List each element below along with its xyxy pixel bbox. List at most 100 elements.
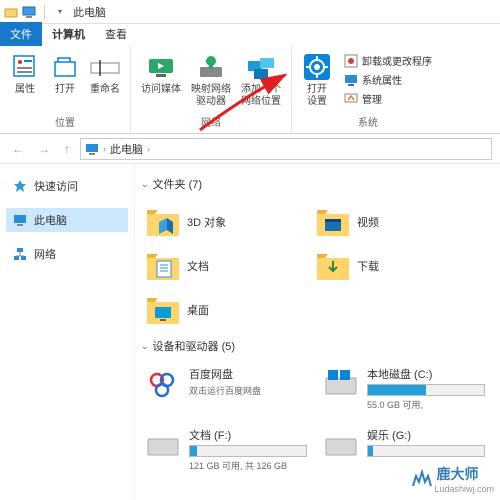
- folder-label: 视频: [357, 214, 379, 230]
- system-group-label: 系统: [358, 114, 378, 129]
- drives-grid: 百度网盘 双击运行百度网盘 本地磁盘 (C:) 55.0 GB 可用, 文档 (…: [141, 362, 494, 476]
- star-icon: [12, 178, 28, 194]
- open-icon: [50, 52, 80, 82]
- system-properties-button[interactable]: 系统属性: [342, 71, 434, 88]
- add-location-button[interactable]: 添加一个 网络位置: [237, 50, 285, 110]
- drive-icon-c: [323, 366, 359, 402]
- pc-icon: [85, 142, 99, 156]
- open-button[interactable]: 打开: [46, 50, 84, 98]
- media-label: 访问媒体: [141, 84, 181, 96]
- drive-subtitle: 双击运行百度网盘: [189, 384, 307, 397]
- sidebar: 快速访问 此电脑 网络: [0, 164, 135, 500]
- properties-label: 属性: [15, 84, 35, 96]
- uninstall-button[interactable]: 卸载或更改程序: [342, 52, 434, 69]
- folder-documents[interactable]: 文档: [141, 244, 311, 288]
- chevron-down-icon: ⌄: [141, 341, 149, 352]
- qat-divider: [44, 5, 45, 19]
- network-icon: [12, 246, 28, 262]
- open-settings-label: 打开 设置: [307, 84, 327, 108]
- drive-c[interactable]: 本地磁盘 (C:) 55.0 GB 可用,: [319, 362, 489, 415]
- open-settings-button[interactable]: 打开 设置: [298, 50, 336, 110]
- folder-label: 3D 对象: [187, 214, 226, 230]
- folder-label: 桌面: [187, 302, 209, 318]
- folder-label: 下载: [357, 258, 379, 274]
- drive-free-text: 121 GB 可用, 共 126 GB: [189, 459, 307, 472]
- tab-view[interactable]: 查看: [95, 22, 137, 46]
- folders-section-header[interactable]: ⌄ 文件夹 (7): [141, 176, 494, 192]
- folder-videos[interactable]: 视频: [311, 200, 481, 244]
- drive-baidu[interactable]: 百度网盘 双击运行百度网盘: [141, 362, 311, 415]
- drives-section-header[interactable]: ⌄ 设备和驱动器 (5): [141, 338, 494, 354]
- drive-f[interactable]: 文档 (F:) 121 GB 可用, 共 126 GB: [141, 423, 311, 476]
- ribbon-group-system: 打开 设置 卸载或更改程序 系统属性 管理 系统: [292, 46, 444, 133]
- main-area: 快速访问 此电脑 网络 ⌄ 文件夹 (7) 3D 对象 视频: [0, 164, 500, 500]
- ribbon: 属性 打开 重命名 位置 访问媒体 映射网络 驱动器: [0, 46, 500, 134]
- drive-name: 文档 (F:): [189, 427, 307, 443]
- rename-label: 重命名: [90, 84, 120, 96]
- sysprops-label: 系统属性: [362, 72, 402, 87]
- nav-up[interactable]: ↑: [60, 142, 74, 156]
- sidebar-item-thispc[interactable]: 此电脑: [6, 208, 128, 232]
- map-drive-icon: [196, 52, 226, 82]
- baidu-icon: [145, 366, 181, 402]
- drive-usage-bar: [189, 445, 307, 457]
- breadcrumb-sep2: ›: [147, 144, 150, 154]
- folders-grid: 3D 对象 视频 文档 下载 桌面: [141, 200, 494, 332]
- nav-forward[interactable]: →: [34, 142, 54, 156]
- folder-3d-objects[interactable]: 3D 对象: [141, 200, 311, 244]
- chevron-down-icon: ⌄: [141, 179, 149, 190]
- drive-name: 娱乐 (G:): [367, 427, 485, 443]
- folders-header-label: 文件夹 (7): [153, 176, 203, 192]
- uninstall-label: 卸载或更改程序: [362, 53, 432, 68]
- open-label: 打开: [55, 84, 75, 96]
- content-pane: ⌄ 文件夹 (7) 3D 对象 视频 文档 下载 桌面: [135, 164, 500, 500]
- access-media-button[interactable]: 访问媒体: [137, 50, 185, 98]
- qat-dropdown-icon[interactable]: ▾: [53, 5, 67, 19]
- sidebar-item-quick-access[interactable]: 快速访问: [6, 174, 128, 198]
- add-location-label: 添加一个 网络位置: [241, 84, 281, 108]
- location-group-label: 位置: [55, 114, 75, 129]
- rename-icon: [90, 52, 120, 82]
- folder-desktop[interactable]: 桌面: [141, 288, 311, 332]
- breadcrumb-thispc[interactable]: 此电脑: [110, 141, 143, 157]
- folder-icon-videos: [315, 204, 351, 240]
- sysprops-icon: [344, 73, 358, 87]
- drive-usage-bar: [367, 384, 485, 396]
- system-list: 卸载或更改程序 系统属性 管理: [338, 50, 438, 109]
- network-group-label: 网络: [201, 114, 221, 129]
- tab-file[interactable]: 文件: [0, 22, 42, 46]
- sidebar-quick-label: 快速访问: [34, 178, 78, 194]
- drive-icon-f: [145, 427, 181, 463]
- folder-icon[interactable]: [4, 5, 18, 19]
- add-location-icon: [246, 52, 276, 82]
- properties-button[interactable]: 属性: [6, 50, 44, 98]
- folder-icon-documents: [145, 248, 181, 284]
- map-drive-label: 映射网络 驱动器: [191, 84, 231, 108]
- tab-computer[interactable]: 计算机: [42, 22, 95, 46]
- window-title: 此电脑: [73, 4, 106, 20]
- sidebar-thispc-label: 此电脑: [34, 212, 67, 228]
- address-box[interactable]: › 此电脑 ›: [80, 138, 492, 160]
- manage-button[interactable]: 管理: [342, 90, 434, 107]
- folder-icon-downloads: [315, 248, 351, 284]
- manage-icon: [344, 92, 358, 106]
- drive-free-text: 55.0 GB 可用,: [367, 398, 485, 411]
- nav-back[interactable]: ←: [8, 142, 28, 156]
- folder-downloads[interactable]: 下载: [311, 244, 481, 288]
- watermark-logo: [410, 468, 432, 490]
- pc-icon-small[interactable]: [22, 5, 36, 19]
- ribbon-group-network: 访问媒体 映射网络 驱动器 添加一个 网络位置 网络: [131, 46, 292, 133]
- address-bar: ← → ↑ › 此电脑 ›: [0, 134, 500, 164]
- watermark-url: Ludashiwj.com: [434, 484, 494, 494]
- rename-button[interactable]: 重命名: [86, 50, 124, 98]
- uninstall-icon: [344, 54, 358, 68]
- drive-icon-g: [323, 427, 359, 463]
- settings-icon: [302, 52, 332, 82]
- map-drive-button[interactable]: 映射网络 驱动器: [187, 50, 235, 110]
- sidebar-item-network[interactable]: 网络: [6, 242, 128, 266]
- drive-name: 本地磁盘 (C:): [367, 366, 485, 382]
- folder-icon-desktop: [145, 292, 181, 328]
- drives-header-label: 设备和驱动器 (5): [153, 338, 236, 354]
- breadcrumb-sep: ›: [103, 144, 106, 154]
- ribbon-tabs: 文件 计算机 查看: [0, 24, 500, 46]
